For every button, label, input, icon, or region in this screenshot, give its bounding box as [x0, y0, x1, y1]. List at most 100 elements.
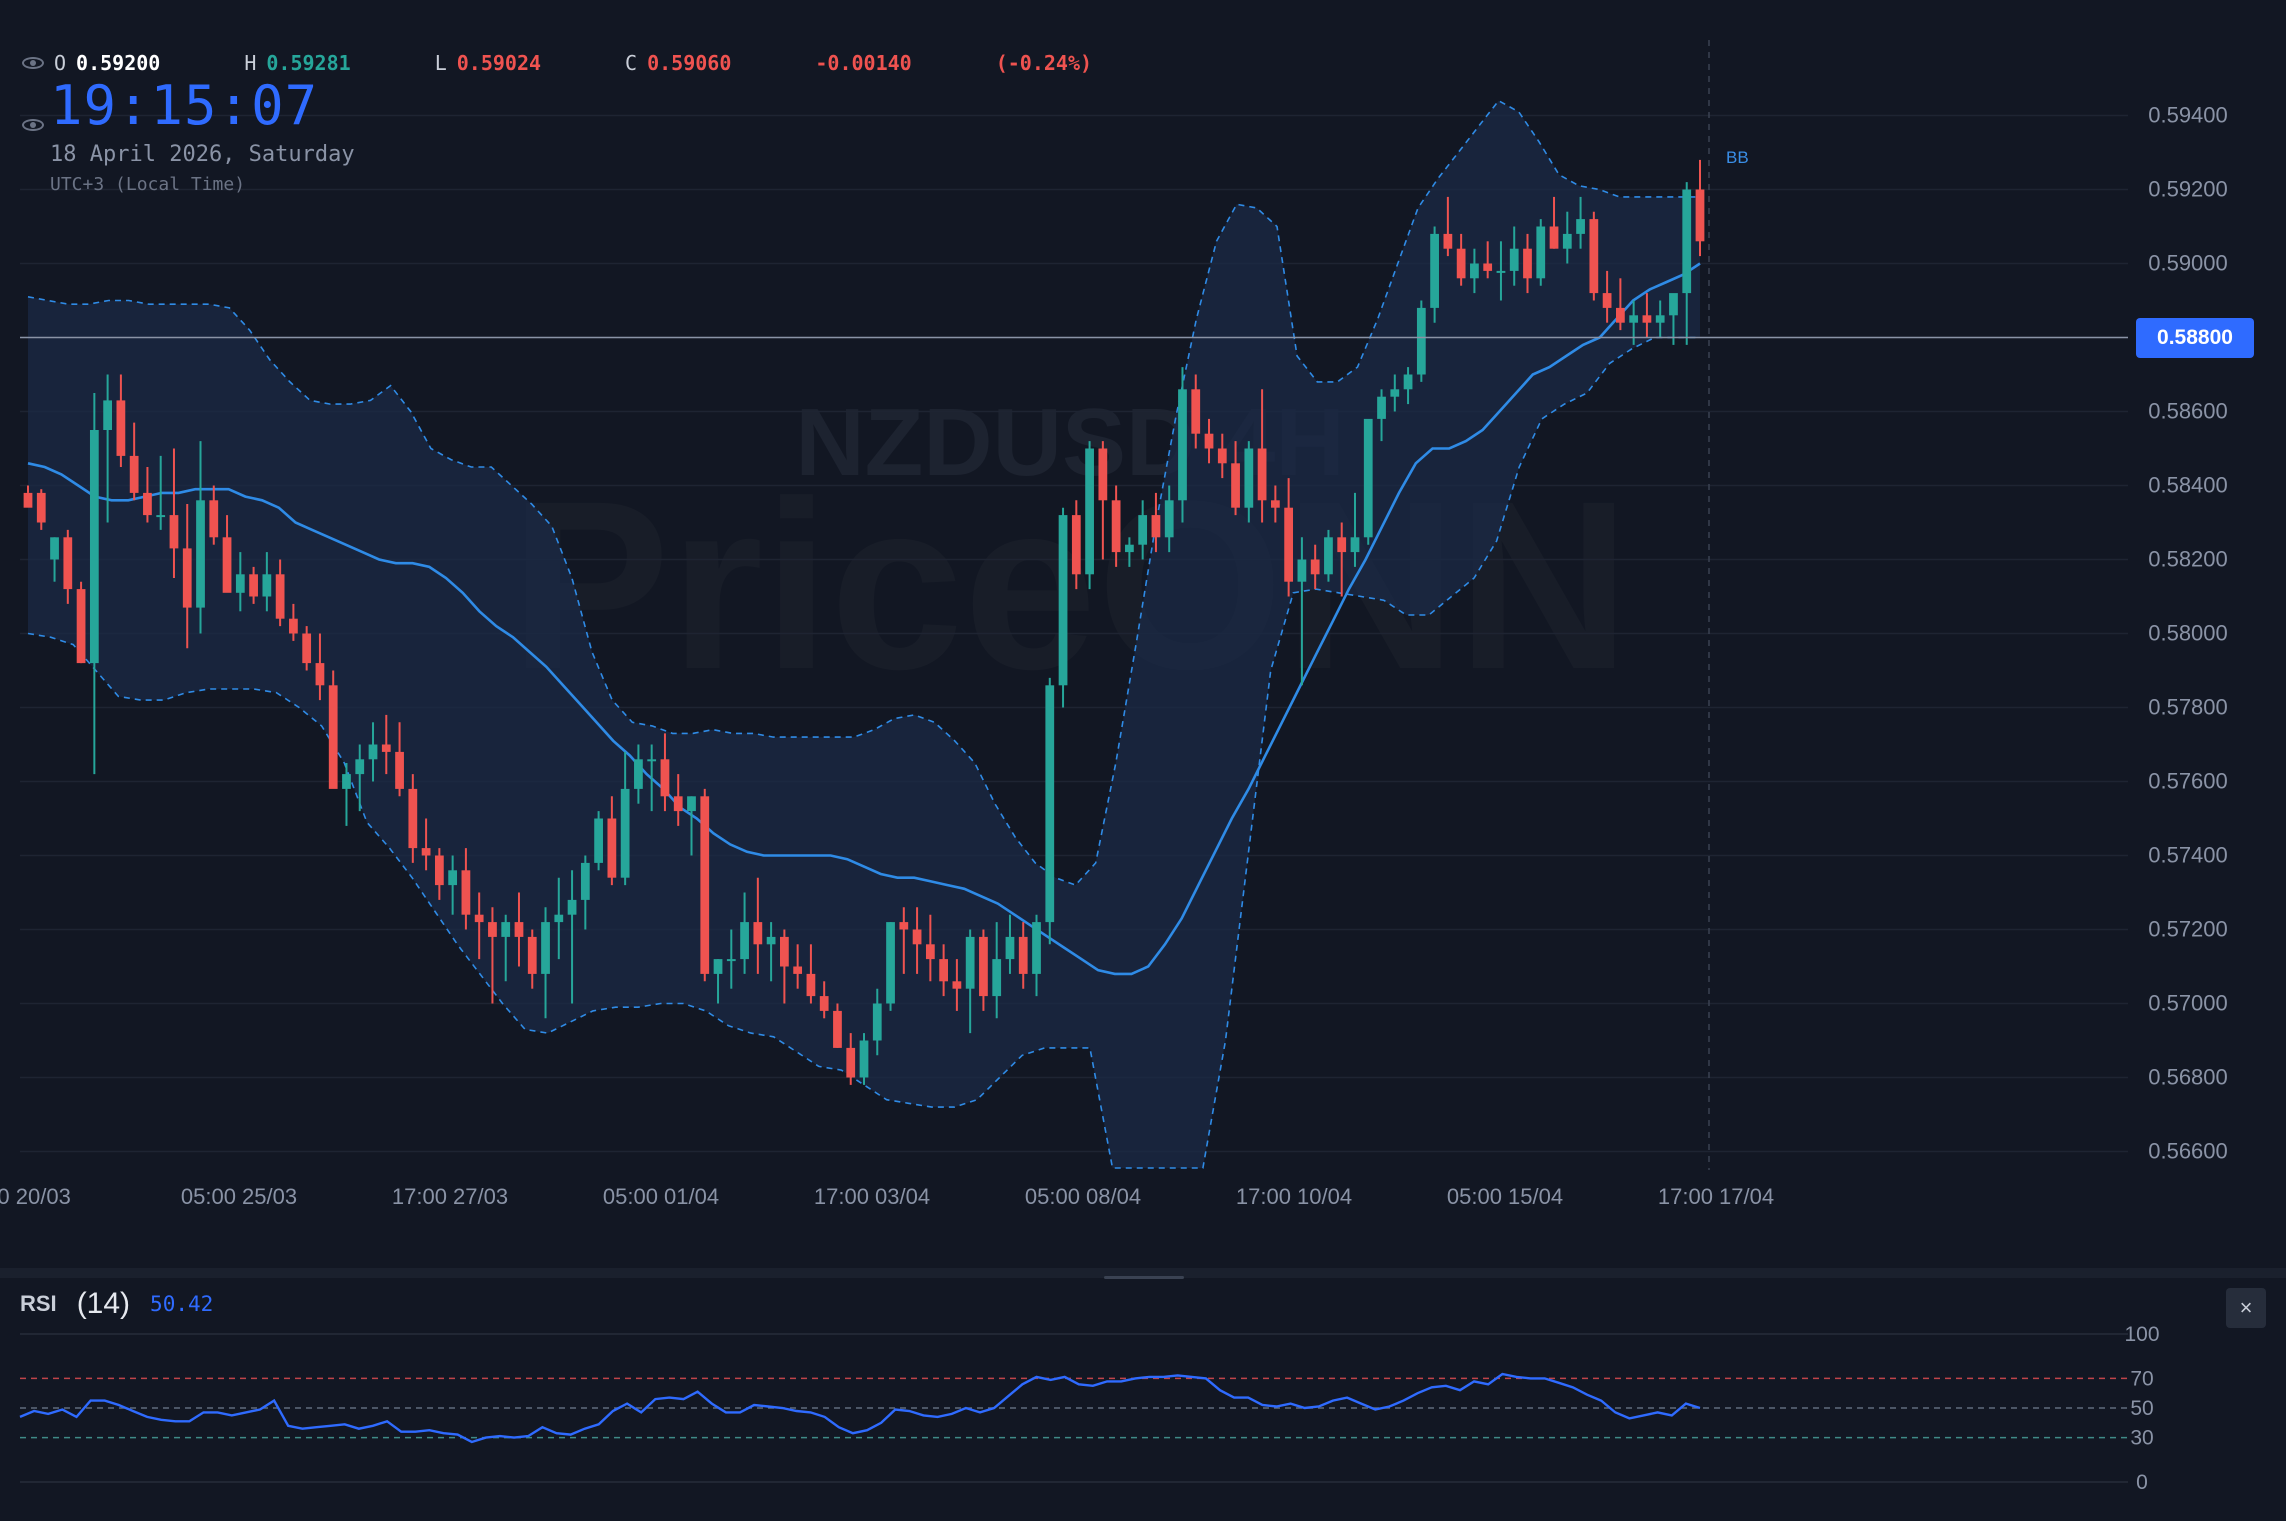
candle-body: [1430, 233, 1439, 308]
candle-body: [1549, 226, 1559, 249]
candle-body: [448, 870, 458, 886]
candle-body: [1005, 936, 1015, 960]
candle-body: [1337, 537, 1347, 553]
candle-body: [1284, 507, 1294, 582]
candle-body: [368, 744, 378, 760]
close-icon[interactable]: ×: [2226, 1288, 2266, 1328]
high-value: 0.59281: [266, 51, 351, 75]
candle-body: [833, 1010, 842, 1048]
candle-body: [143, 492, 152, 516]
candle-body: [939, 959, 948, 982]
candle-body: [647, 759, 657, 762]
candle-body: [461, 870, 471, 915]
rsi-tick-label: 30: [2130, 1427, 2153, 1450]
rsi-tick-label: 100: [2124, 1323, 2159, 1346]
price-tick-label: 0.57400: [2148, 843, 2228, 868]
price-tick-label: 0.58400: [2148, 473, 2228, 498]
candle-body: [474, 914, 484, 923]
candle-body: [1257, 448, 1267, 501]
open-value: 0.59200: [76, 51, 161, 75]
candle-body: [488, 922, 497, 937]
rsi-tick-label: 0: [2136, 1471, 2148, 1494]
candle-body: [222, 537, 232, 593]
candle-body: [1164, 500, 1174, 538]
candle-body: [1695, 189, 1705, 242]
candle-body: [580, 862, 590, 900]
candle-body: [209, 500, 219, 538]
price-tick-label: 0.59400: [2148, 103, 2228, 128]
price-tick-label: 0.58000: [2148, 621, 2228, 646]
candle-body: [1642, 315, 1652, 323]
candle-body: [1178, 389, 1187, 501]
candle-body: [1536, 226, 1546, 279]
candle-body: [1217, 448, 1227, 464]
candle-body: [607, 818, 617, 878]
clock-time: 19:15:07: [50, 74, 319, 137]
candle-body: [1111, 500, 1121, 553]
candle-body: [1390, 389, 1400, 397]
time-tick-label: 05:00 08/04: [1025, 1184, 1141, 1209]
candle-body: [952, 981, 962, 989]
time-tick-label: 17:00 17/04: [1658, 1184, 1774, 1209]
price-axis[interactable]: 0.594000.592000.590000.588000.586000.584…: [2148, 103, 2228, 1164]
candle-body: [408, 788, 418, 849]
candle-body: [1363, 418, 1373, 538]
candle-body: [1125, 544, 1134, 553]
time-tick-label: 00 20/03: [0, 1184, 71, 1209]
price-tick-label: 0.56600: [2148, 1139, 2228, 1164]
price-chart[interactable]: NZDUSD 4H PriceONN 0.594000.592000.59000…: [0, 0, 2286, 1516]
candle-body: [886, 922, 895, 1004]
candle-body: [1098, 448, 1108, 501]
candle-body: [793, 966, 803, 974]
candle-body: [594, 818, 603, 863]
price-tick-label: 0.57600: [2148, 769, 2228, 794]
clock-timezone: UTC+3 (Local Time): [50, 174, 246, 195]
candle-body: [846, 1047, 856, 1078]
time-tick-label: 17:00 27/03: [392, 1184, 508, 1209]
candle-body: [381, 744, 391, 752]
candle-body: [289, 618, 298, 634]
close-value: 0.59060: [647, 51, 732, 75]
candle-body: [912, 929, 922, 945]
candle-body: [249, 574, 258, 597]
candle-body: [554, 914, 564, 923]
candle-body: [1456, 248, 1466, 279]
candle-body: [262, 574, 272, 597]
rsi-panel[interactable]: 100 70 50 30 0: [19, 1323, 2160, 1494]
candle-body: [1231, 463, 1240, 508]
visibility-eye-icon[interactable]: [22, 119, 44, 131]
chart-stage: NZDUSD 4H PriceONN 0.59400 0.59200 0.59000…: [0, 0, 2286, 1516]
candle-body: [780, 936, 789, 967]
bb-indicator-tag[interactable]: BB: [1726, 148, 1749, 168]
candle-body: [315, 663, 325, 686]
price-tick-label: 0.57800: [2148, 695, 2228, 720]
pane-resize-handle[interactable]: [1104, 1276, 1184, 1279]
price-tick-label: 0.59200: [2148, 177, 2228, 202]
price-tick-label: 0.58600: [2148, 399, 2228, 424]
candle-body: [660, 759, 670, 797]
candle-body: [1602, 293, 1612, 308]
candle-body: [740, 922, 749, 960]
candle-body: [1655, 315, 1665, 323]
rsi-tick-label: 70: [2130, 1367, 2153, 1390]
candle-body: [1576, 219, 1585, 234]
candle-body: [501, 922, 511, 937]
rsi-name: RSI: [20, 1291, 57, 1316]
clock-date: 18 April 2026, Saturday: [50, 142, 355, 167]
candle-body: [1403, 374, 1413, 390]
eye-icon[interactable]: [22, 57, 44, 69]
candle-body: [1483, 263, 1493, 271]
time-axis[interactable]: 00 20/03 05:00 25/03 17:00 27/03 05:00 01/0…: [0, 1184, 1774, 1209]
candle-body: [965, 936, 975, 989]
candle-body: [1416, 307, 1426, 375]
candle-body: [196, 500, 205, 608]
candle-body: [235, 574, 245, 593]
candle-body: [1018, 936, 1028, 974]
price-tick-label: 0.57200: [2148, 917, 2228, 942]
candle-body: [979, 936, 988, 997]
candle-body: [713, 959, 723, 974]
rsi-legend: RSI (14) 50.42: [20, 1284, 213, 1324]
candle-body: [1562, 233, 1572, 249]
candle-body: [36, 492, 46, 523]
low-value: 0.59024: [456, 51, 542, 75]
